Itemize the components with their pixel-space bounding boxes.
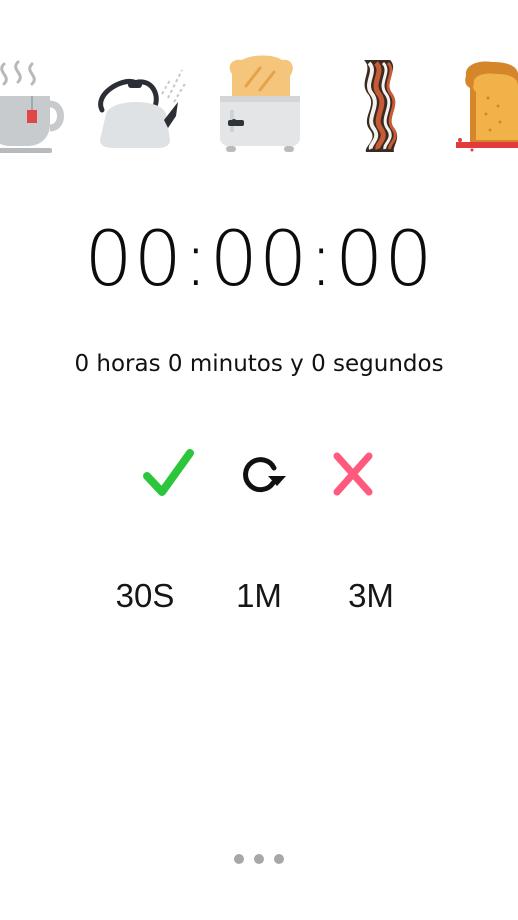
page-dot-3[interactable] bbox=[274, 854, 284, 864]
refresh-icon bbox=[243, 457, 286, 493]
page-dot-1[interactable] bbox=[234, 854, 244, 864]
close-icon bbox=[333, 452, 373, 496]
start-button[interactable] bbox=[140, 446, 196, 502]
page-indicator[interactable] bbox=[232, 852, 288, 866]
cancel-button[interactable] bbox=[325, 446, 381, 502]
reset-button[interactable] bbox=[232, 446, 288, 502]
bacon-icon[interactable] bbox=[356, 54, 404, 154]
checkmark-icon bbox=[143, 449, 194, 496]
preset-1m-button[interactable]: 1M bbox=[214, 574, 304, 618]
timer-words-label: 0 horas 0 minutos y 0 segundos bbox=[74, 351, 444, 377]
timer-display: 00:00:00 bbox=[84, 214, 434, 303]
kettle-icon[interactable] bbox=[92, 54, 188, 154]
toast-slice-icon[interactable] bbox=[452, 54, 518, 154]
preset-30s-button[interactable]: 30S bbox=[100, 574, 190, 618]
tea-cup-icon[interactable] bbox=[0, 54, 68, 154]
preset-3m-button[interactable]: 3M bbox=[326, 574, 416, 618]
page-dot-2[interactable] bbox=[254, 854, 264, 864]
toaster-icon[interactable] bbox=[218, 54, 302, 154]
food-icon-strip bbox=[0, 54, 518, 164]
